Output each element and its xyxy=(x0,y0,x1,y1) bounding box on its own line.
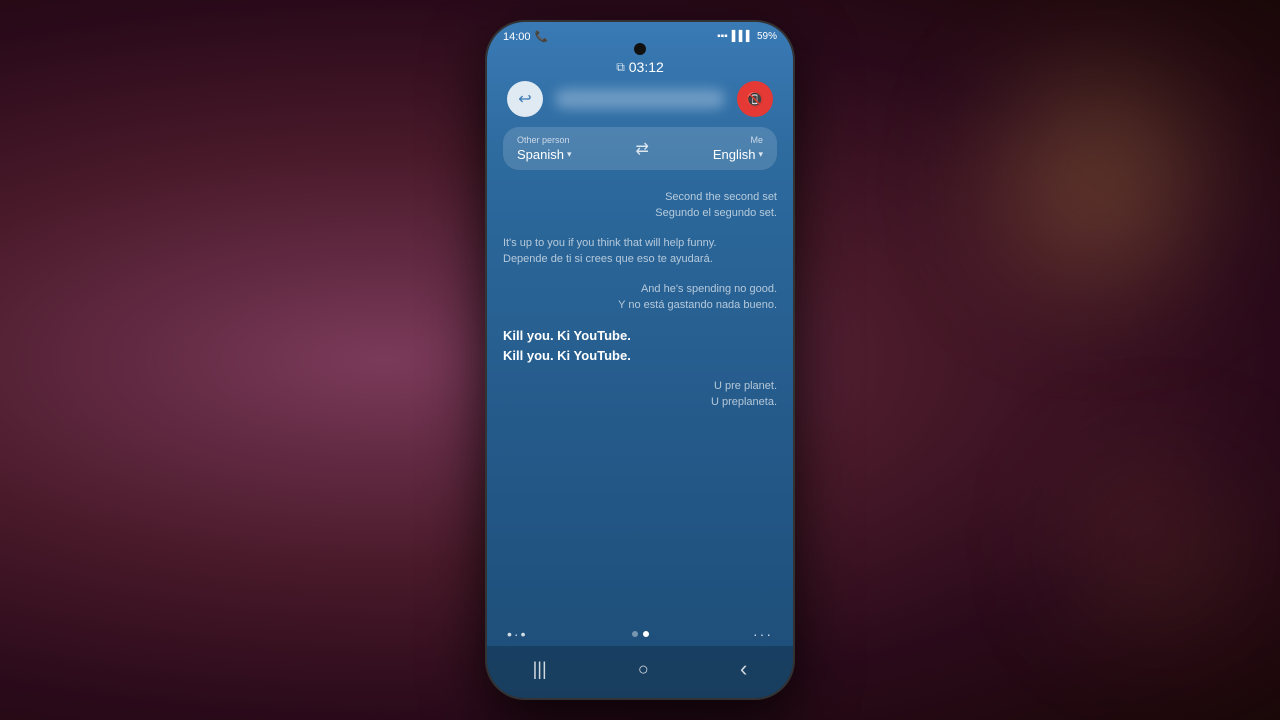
back-arrow-icon: ↩ xyxy=(518,89,531,109)
end-call-button[interactable]: 📵 xyxy=(737,81,773,117)
android-nav-bar: ||| ○ ‹ xyxy=(487,646,793,698)
nav-back-button[interactable]: ‹ xyxy=(740,656,747,682)
status-left: 14:00 📞 xyxy=(503,30,548,43)
home-button[interactable]: ○ xyxy=(638,659,649,680)
message-original-0: Second the second set xyxy=(665,190,777,205)
me-lang-panel: Me English ▾ xyxy=(713,135,763,162)
phone-icon: 📞 xyxy=(535,30,549,43)
scene: 14:00 📞 ▪▪▪ ▌▌▌ 59% ⧉ 03:12 xyxy=(0,0,1280,720)
phone-screen: 14:00 📞 ▪▪▪ ▌▌▌ 59% ⧉ 03:12 xyxy=(487,22,793,698)
message-original-2: And he's spending no good. xyxy=(641,282,777,297)
translate-icon: ⧉ xyxy=(616,60,625,75)
transcript-message-2: And he's spending no good.Y no está gast… xyxy=(503,282,777,314)
other-person-chevron-icon: ▾ xyxy=(567,149,572,160)
message-translation-0: Segundo el segundo set. xyxy=(655,206,777,221)
other-person-lang-name: Spanish xyxy=(517,147,564,162)
me-label: Me xyxy=(750,135,763,145)
transcript-message-3: Kill you. Ki YouTube. Kill you. Ki YouTub… xyxy=(503,327,777,364)
me-lang-name: English xyxy=(713,147,756,162)
bokeh-light-1 xyxy=(1000,80,1200,280)
message-translation-3: Kill you. Ki YouTube. xyxy=(503,347,631,365)
wifi-icon: ▪▪▪ xyxy=(717,31,728,42)
page-dot-2 xyxy=(643,631,649,637)
other-person-lang-panel: Other person Spanish ▾ xyxy=(517,135,572,162)
message-original-1: It's up to you if you think that will he… xyxy=(503,236,716,251)
page-indicator xyxy=(632,631,649,637)
page-dot-1 xyxy=(632,631,638,637)
battery-level: 59% xyxy=(757,31,777,42)
swap-languages-icon[interactable]: ⇄ xyxy=(635,139,648,159)
me-lang-select[interactable]: English ▾ xyxy=(713,147,763,162)
recent-apps-button[interactable]: ||| xyxy=(533,659,547,680)
other-person-label: Other person xyxy=(517,135,570,145)
message-translation-2: Y no está gastando nada bueno. xyxy=(618,298,777,313)
language-selector: Other person Spanish ▾ ⇄ Me English ▾ xyxy=(503,127,777,170)
end-call-icon: 📵 xyxy=(746,91,763,108)
call-timer: 03:12 xyxy=(629,59,664,75)
transcript-area: Second the second setSegundo el segundo … xyxy=(487,180,793,620)
signal-icon: ▌▌▌ xyxy=(732,31,753,42)
status-time: 14:00 xyxy=(503,31,531,43)
left-dots-button[interactable]: •·• xyxy=(507,626,527,642)
transcript-message-1: It's up to you if you think that will he… xyxy=(503,236,777,268)
message-original-3: Kill you. Ki YouTube. xyxy=(503,327,631,345)
message-original-4: U pre planet. xyxy=(714,379,777,394)
transcript-message-0: Second the second setSegundo el segundo … xyxy=(503,190,777,222)
message-translation-4: U preplaneta. xyxy=(711,395,777,410)
caller-name-blurred xyxy=(555,89,725,109)
me-chevron-icon: ▾ xyxy=(758,149,763,160)
call-timer-area: ⧉ 03:12 xyxy=(487,55,793,81)
bottom-controls: •·• ··· xyxy=(487,620,793,646)
bokeh-light-2 xyxy=(1080,470,1230,620)
phone-wrapper: 14:00 📞 ▪▪▪ ▌▌▌ 59% ⧉ 03:12 xyxy=(485,20,795,700)
call-controls: ↩ 📵 xyxy=(487,81,793,127)
status-right: ▪▪▪ ▌▌▌ 59% xyxy=(717,31,777,42)
phone-device: 14:00 📞 ▪▪▪ ▌▌▌ 59% ⧉ 03:12 xyxy=(485,20,795,700)
right-dots-button[interactable]: ··· xyxy=(753,626,773,642)
transcript-message-4: U pre planet.U preplaneta. xyxy=(503,379,777,411)
other-person-lang-select[interactable]: Spanish ▾ xyxy=(517,147,572,162)
message-translation-1: Depende de ti si crees que eso te ayudar… xyxy=(503,252,713,267)
camera-notch xyxy=(634,43,646,55)
notch-area xyxy=(487,43,793,55)
back-button[interactable]: ↩ xyxy=(507,81,543,117)
